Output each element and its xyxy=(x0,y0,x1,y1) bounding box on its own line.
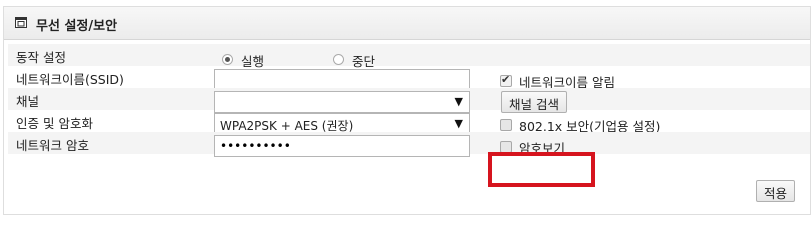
enterprise-checkbox[interactable] xyxy=(500,119,512,131)
ssid-broadcast-checkbox[interactable] xyxy=(500,73,512,87)
highlight-box xyxy=(488,152,595,187)
section-title: 무선 설정/보안 xyxy=(36,19,118,34)
auth-select-value: WPA2PSK + AES (권장) xyxy=(220,119,354,133)
password-label: 네트워크 암호 xyxy=(16,138,89,153)
wireless-settings-panel: 무선 설정/보안 동작 설정 실행 중단 네트워크이름(SSID) 네트워크이름… xyxy=(3,6,811,215)
auth-label: 인증 및 암호화 xyxy=(16,116,93,131)
dropdown-arrow-icon: ▼ xyxy=(454,95,463,108)
radio-run[interactable] xyxy=(222,54,233,65)
ssid-label: 네트워크이름(SSID) xyxy=(16,72,124,87)
section-header: 무선 설정/보안 xyxy=(4,7,810,40)
dropdown-arrow-icon: ▼ xyxy=(454,117,463,130)
radio-stop[interactable] xyxy=(333,54,344,65)
channel-label: 채널 xyxy=(16,94,40,109)
copy-window-icon xyxy=(15,17,27,28)
operation-label: 동작 설정 xyxy=(16,50,66,65)
row-operation: 동작 설정 xyxy=(8,44,810,66)
password-input[interactable]: •••••••••• xyxy=(214,135,470,157)
apply-button[interactable]: 적용 xyxy=(756,180,796,202)
